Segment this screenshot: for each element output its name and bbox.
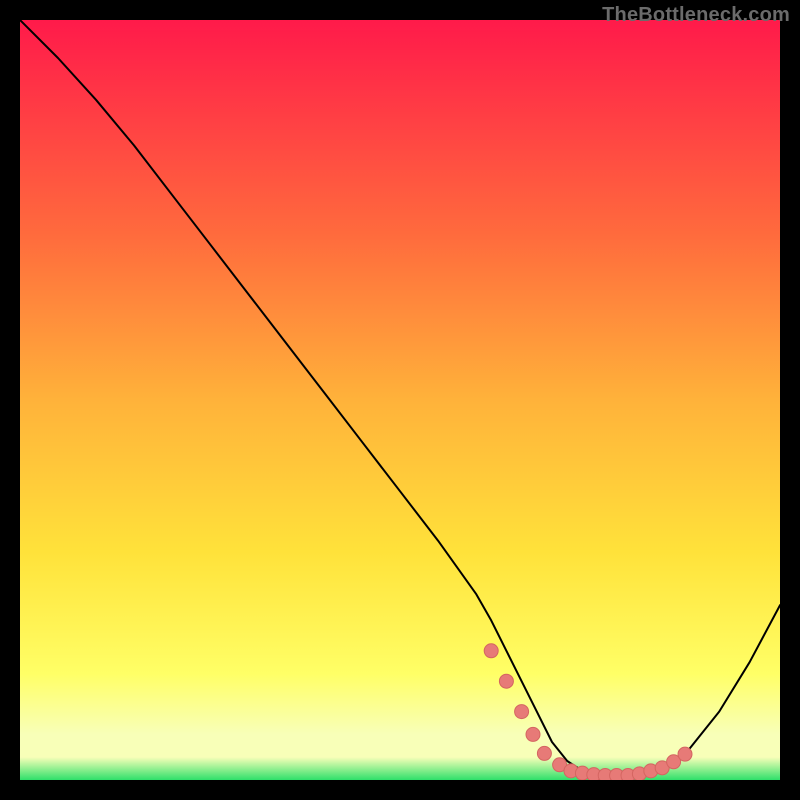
watermark-label: TheBottleneck.com bbox=[602, 4, 790, 27]
curve-marker bbox=[678, 747, 692, 761]
curve-marker bbox=[526, 727, 540, 741]
curve-marker bbox=[537, 746, 551, 760]
curve-marker bbox=[515, 705, 529, 719]
chart-stage: TheBottleneck.com bbox=[0, 0, 800, 800]
chart-plot-area bbox=[20, 20, 780, 780]
chart-background bbox=[20, 20, 780, 780]
curve-marker bbox=[499, 674, 513, 688]
chart-svg bbox=[20, 20, 780, 780]
curve-marker bbox=[484, 644, 498, 658]
